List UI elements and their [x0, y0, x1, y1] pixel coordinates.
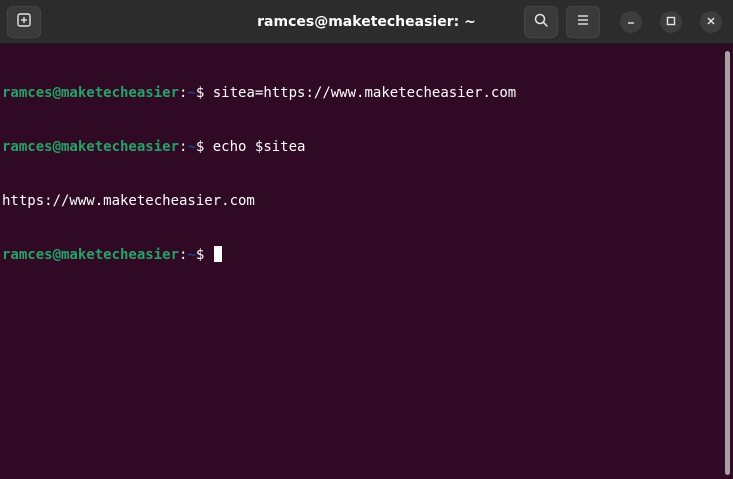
terminal-window: ramces@maketecheasier: ~ ramces@maketech… — [0, 0, 733, 479]
terminal-output[interactable]: ramces@maketecheasier:~$ sitea=https://w… — [0, 44, 722, 479]
terminal-line: ramces@maketecheasier:~$ — [2, 246, 722, 264]
command-output: https://www.maketecheasier.com — [2, 193, 255, 209]
prompt-symbol: $ — [195, 247, 213, 263]
prompt-symbol: $ — [195, 139, 213, 155]
terminal-line: ramces@maketecheasier:~$ sitea=https://w… — [2, 84, 722, 102]
hamburger-menu-icon — [576, 13, 590, 31]
close-button[interactable] — [700, 11, 722, 33]
terminal-line: https://www.maketecheasier.com — [2, 192, 722, 210]
prompt-user: ramces@maketecheasier — [2, 85, 180, 101]
terminal-line: ramces@maketecheasier:~$ echo $sitea — [2, 138, 722, 156]
minimize-icon — [626, 13, 636, 31]
search-icon — [533, 12, 549, 33]
menu-button[interactable] — [566, 6, 600, 38]
scrollbar-thumb[interactable] — [725, 51, 730, 475]
prompt-user: ramces@maketecheasier — [2, 247, 180, 263]
maximize-icon — [666, 13, 676, 31]
new-tab-button[interactable] — [7, 6, 41, 38]
prompt-user: ramces@maketecheasier — [2, 139, 180, 155]
prompt-symbol: $ — [195, 85, 213, 101]
command-text: sitea=https://www.maketecheasier.com — [212, 85, 517, 101]
close-icon — [706, 13, 716, 31]
minimize-button[interactable] — [620, 11, 642, 33]
search-button[interactable] — [524, 6, 558, 38]
command-text: echo $sitea — [212, 139, 306, 155]
prompt-path: ~ — [187, 85, 196, 101]
text-cursor — [213, 246, 222, 262]
prompt-path: ~ — [187, 247, 196, 263]
maximize-button[interactable] — [660, 11, 682, 33]
new-tab-icon — [16, 12, 32, 33]
title-bar[interactable]: ramces@maketecheasier: ~ — [0, 0, 733, 44]
prompt-path: ~ — [187, 139, 196, 155]
